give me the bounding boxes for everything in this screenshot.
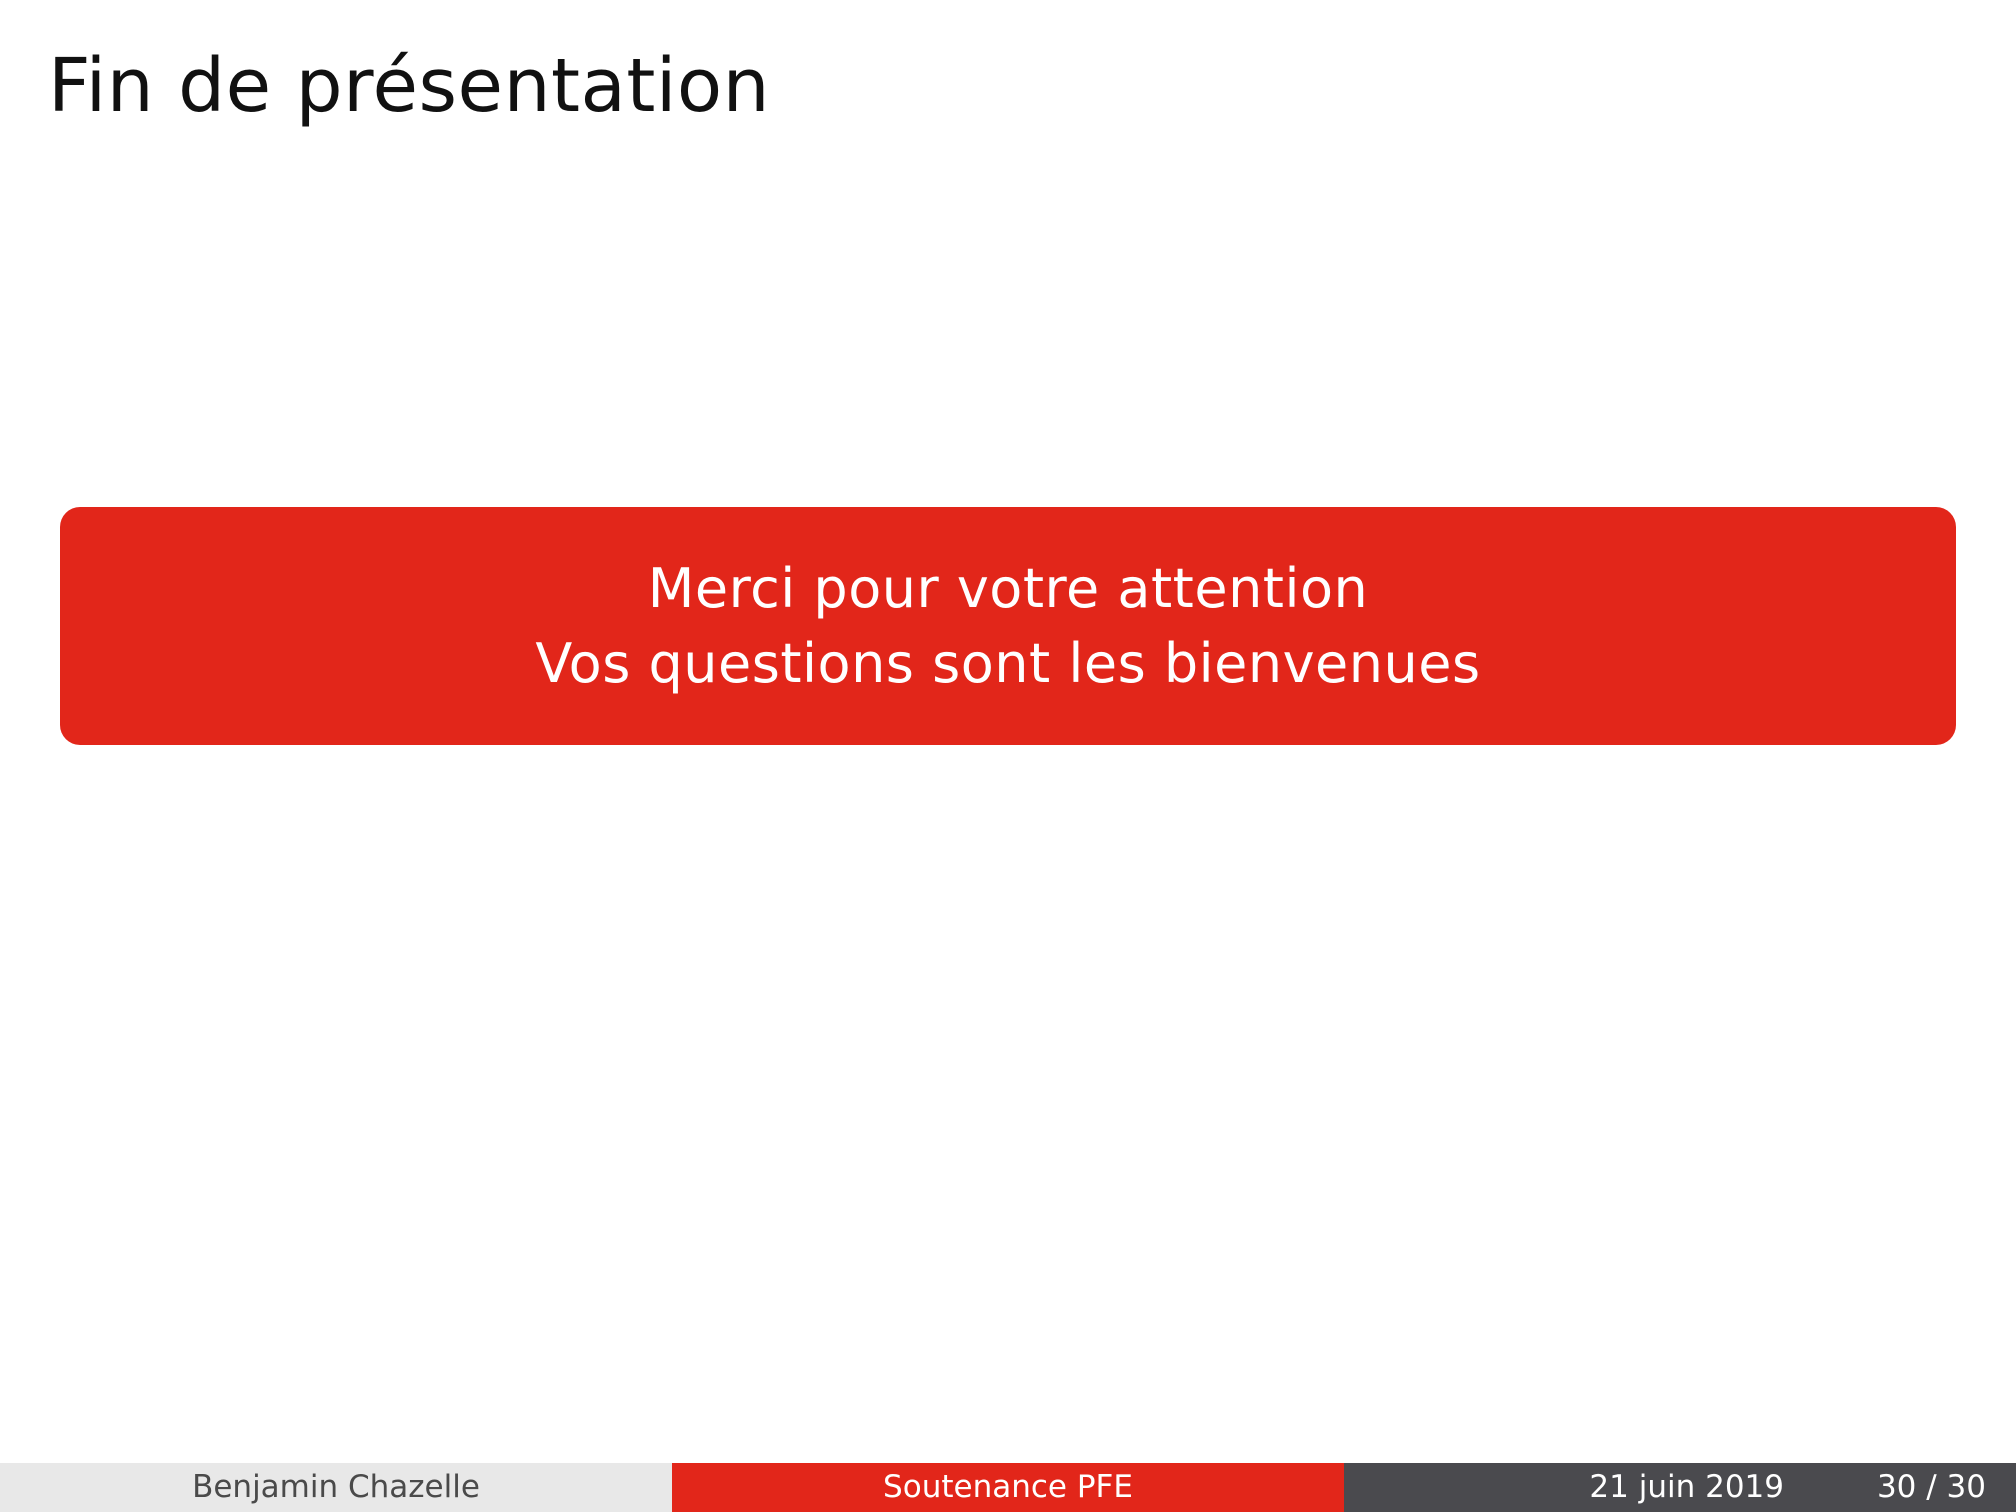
- questions-text: Vos questions sont les bienvenues: [535, 632, 1481, 695]
- slide-title: Fin de présentation: [48, 43, 771, 129]
- page-number: 30 / 30: [1876, 1469, 1986, 1505]
- footer-date: 21 juin 2019: [1589, 1469, 1784, 1505]
- slide-footer: Benjamin Chazelle Soutenance PFE 21 juin…: [0, 1463, 2016, 1512]
- closing-message-box: Merci pour votre attention Vos questions…: [60, 507, 1956, 745]
- footer-author: Benjamin Chazelle: [0, 1463, 672, 1512]
- thanks-text: Merci pour votre attention: [647, 557, 1369, 620]
- footer-event: Soutenance PFE: [672, 1463, 1344, 1512]
- footer-info: 21 juin 2019 30 / 30: [1344, 1463, 2016, 1512]
